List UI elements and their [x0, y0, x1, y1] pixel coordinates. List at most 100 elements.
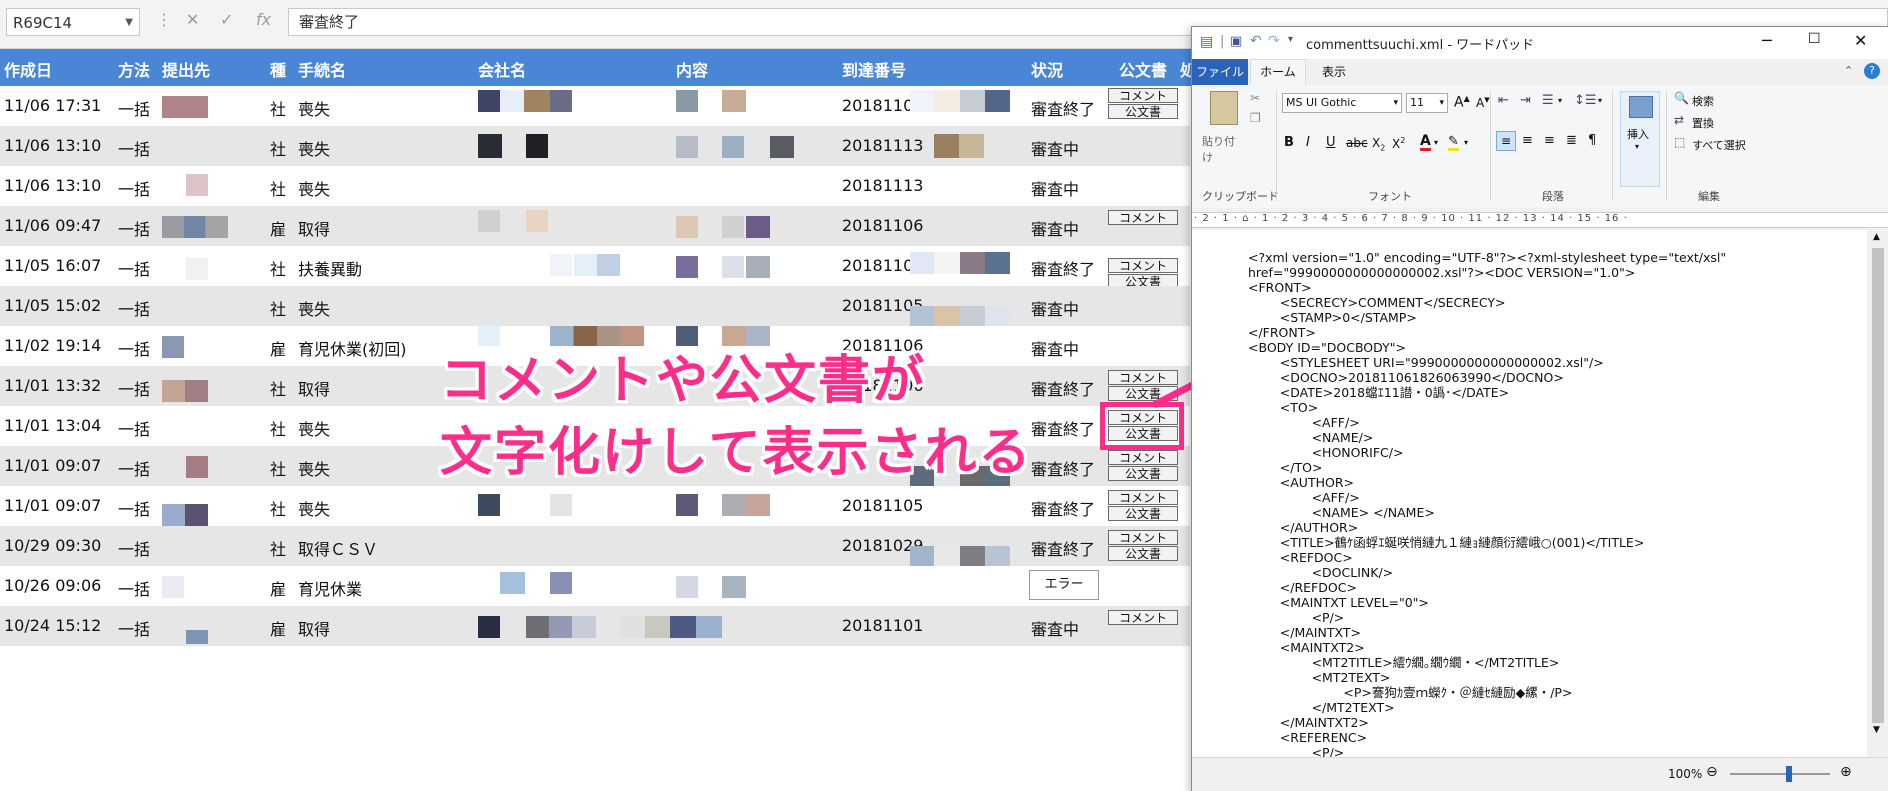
select-all-icon[interactable]: ⬚	[1674, 135, 1685, 149]
highlight-color-icon[interactable]: ✎	[1448, 135, 1459, 151]
replace-button[interactable]: 置換	[1692, 115, 1714, 131]
save-icon[interactable]: ▣	[1230, 34, 1242, 49]
col-header-arrival-no[interactable]: 到達番号	[842, 57, 906, 81]
undo-icon[interactable]: ↶	[1250, 33, 1262, 49]
col-header-procedure[interactable]: 手続名	[298, 57, 346, 81]
close-icon[interactable]: ✕	[1854, 31, 1867, 50]
scroll-down-icon[interactable]: ▼	[1873, 725, 1880, 735]
table-row[interactable]: 11/05 16:07 一括 社 扶養異動 20181105 審査終了 コメント…	[0, 246, 1190, 289]
underline-icon[interactable]: U	[1326, 135, 1336, 150]
tab-view[interactable]: 表示	[1312, 59, 1356, 85]
grow-font-icon[interactable]: A▲	[1454, 94, 1470, 111]
bullet-list-icon[interactable]: ☰	[1542, 93, 1554, 108]
zoom-out-icon[interactable]: ⊖	[1706, 764, 1718, 780]
col-header-official-doc[interactable]: 公文書	[1119, 57, 1167, 81]
redo-icon[interactable]: ↷	[1268, 33, 1280, 49]
qat-dropdown-icon[interactable]: ▾	[1288, 34, 1293, 45]
official-doc-button[interactable]: 公文書	[1108, 466, 1178, 481]
font-size-select[interactable]: 11 ▾	[1406, 93, 1448, 113]
table-row[interactable]: 10/24 15:12 一括 雇 取得 20181101 審査中 コメント	[0, 606, 1190, 646]
col-header-type[interactable]: 種	[270, 57, 286, 81]
superscript-icon[interactable]: X2	[1392, 136, 1405, 151]
cell-date: 11/05 16:07	[4, 256, 102, 275]
function-icon[interactable]: fx	[256, 10, 271, 29]
chevron-down-icon[interactable]: ▾	[1598, 96, 1602, 105]
chevron-down-icon[interactable]: ▾	[1558, 96, 1562, 105]
font-name-select[interactable]: MS UI Gothic ▾	[1282, 93, 1402, 113]
table-row[interactable]: 11/06 09:47 一括 雇 取得 20181106 審査中 コメント	[0, 206, 1190, 246]
copy-icon[interactable]: ❐	[1250, 111, 1261, 125]
help-icon[interactable]: ?	[1864, 63, 1880, 79]
italic-icon[interactable]: I	[1306, 135, 1310, 150]
subscript-icon[interactable]: X2	[1372, 136, 1385, 152]
name-box[interactable]: R69C14 ▼	[6, 8, 140, 36]
chevron-down-icon[interactable]: ▼	[125, 9, 133, 37]
bold-icon[interactable]: B	[1284, 135, 1294, 150]
comment-button[interactable]: コメント	[1108, 88, 1178, 103]
ruler[interactable]: · 2 · 1 · ⌂ · 1 · 2 · 3 · 4 · 5 · 6 · 7 …	[1192, 208, 1888, 230]
official-doc-button[interactable]: 公文書	[1108, 104, 1178, 119]
col-header-recipient[interactable]: 提出先	[162, 57, 210, 81]
scroll-thumb[interactable]	[1872, 248, 1884, 723]
align-center-icon[interactable]: ≡	[1522, 133, 1533, 148]
comment-button[interactable]: コメント	[1108, 210, 1178, 225]
cut-icon[interactable]: ✂	[1250, 91, 1260, 105]
select-all-button[interactable]: すべて選択	[1692, 137, 1746, 153]
document-text[interactable]: <?xml version="1.0" encoding="UTF-8"?><?…	[1248, 250, 1726, 760]
col-header-content[interactable]: 内容	[676, 57, 708, 81]
cancel-icon[interactable]: ✕	[186, 10, 199, 29]
zoom-in-icon[interactable]: ⊕	[1840, 764, 1852, 780]
collapse-ribbon-icon[interactable]: ⌃	[1844, 64, 1853, 77]
col-header-date[interactable]: 作成日	[4, 57, 52, 81]
cell-status: 審査終了	[1031, 500, 1096, 519]
paste-button[interactable]: 貼り付け	[1202, 91, 1244, 164]
replace-icon[interactable]: ⇄	[1674, 113, 1684, 127]
shrink-font-icon[interactable]: A▼	[1476, 96, 1490, 110]
comment-button[interactable]: コメント	[1108, 490, 1178, 505]
find-button[interactable]: 検索	[1692, 93, 1714, 109]
zoom-slider-thumb[interactable]	[1786, 766, 1792, 782]
comment-button[interactable]: コメント	[1108, 258, 1178, 273]
insert-button[interactable]: 挿入 ▾	[1620, 91, 1660, 187]
comment-button[interactable]: コメント	[1108, 610, 1178, 625]
line-spacing-icon[interactable]: ↕☰	[1574, 93, 1597, 108]
col-header-company[interactable]: 会社名	[478, 57, 526, 81]
table-row[interactable]: 11/01 09:07 一括 社 喪失 20181105 審査終了 コメント 公…	[0, 486, 1190, 526]
vertical-scrollbar[interactable]: ▲ ▼	[1867, 230, 1888, 775]
tab-home[interactable]: ホーム	[1250, 59, 1306, 85]
check-icon[interactable]: ✓	[220, 10, 233, 29]
minimize-icon[interactable]: ─	[1762, 31, 1772, 50]
table-row[interactable]: 11/06 17:31 一括 社 喪失 20181106 審査終了 コメント 公…	[0, 86, 1190, 126]
increase-indent-icon[interactable]: ⇥	[1520, 93, 1531, 108]
document-area[interactable]: <?xml version="1.0" encoding="UTF-8"?><?…	[1192, 230, 1867, 775]
chevron-down-icon[interactable]: ▾	[1434, 138, 1438, 147]
paragraph-settings-icon[interactable]: ¶	[1588, 133, 1596, 148]
find-icon[interactable]: 🔍	[1674, 91, 1689, 105]
font-color-icon[interactable]: A	[1420, 134, 1431, 151]
wordpad-titlebar[interactable]: ▤ | ▣ ↶ ↷ ▾ commenttsuuchi.xml - ワードパッド …	[1192, 27, 1888, 59]
chevron-down-icon[interactable]: ▾	[1464, 138, 1468, 147]
col-header-status[interactable]: 状況	[1031, 57, 1063, 81]
tab-file[interactable]: ファイル	[1192, 59, 1248, 85]
cell-method: 一括	[118, 500, 151, 519]
official-doc-button[interactable]: 公文書	[1108, 546, 1178, 561]
strikethrough-icon[interactable]: abc	[1346, 136, 1368, 150]
justify-icon[interactable]: ≣	[1566, 133, 1577, 148]
table-row[interactable]: 10/29 09:30 一括 社 取得ＣＳＶ 20181029 審査終了 コメン…	[0, 526, 1190, 566]
decrease-indent-icon[interactable]: ⇤	[1498, 93, 1509, 108]
table-row[interactable]: 11/06 13:10 一括 社 喪失 20181113 審査中	[0, 126, 1190, 166]
maximize-icon[interactable]: ☐	[1808, 31, 1821, 47]
ribbon-home: 貼り付け ✂ ❐ クリップボード MS UI Gothic ▾ 11 ▾ A▲ …	[1192, 85, 1888, 209]
zoom-slider-track[interactable]	[1730, 773, 1830, 775]
official-doc-button[interactable]: 公文書	[1108, 506, 1178, 521]
error-button[interactable]: エラー	[1029, 570, 1099, 600]
align-left-icon[interactable]: ≡	[1496, 131, 1516, 151]
comment-button[interactable]: コメント	[1108, 450, 1178, 465]
col-header-method[interactable]: 方法	[118, 57, 150, 81]
table-row[interactable]: 10/26 09:06 一括 雇 育児休業 エラー	[0, 566, 1190, 606]
align-right-icon[interactable]: ≡	[1544, 133, 1555, 148]
scroll-up-icon[interactable]: ▲	[1873, 232, 1880, 242]
comment-button[interactable]: コメント	[1108, 530, 1178, 545]
table-row[interactable]: 11/06 13:10 一括 社 喪失 20181113 審査中	[0, 166, 1190, 206]
table-row[interactable]: 11/05 15:02 一括 社 喪失 20181105 審査中	[0, 286, 1190, 326]
